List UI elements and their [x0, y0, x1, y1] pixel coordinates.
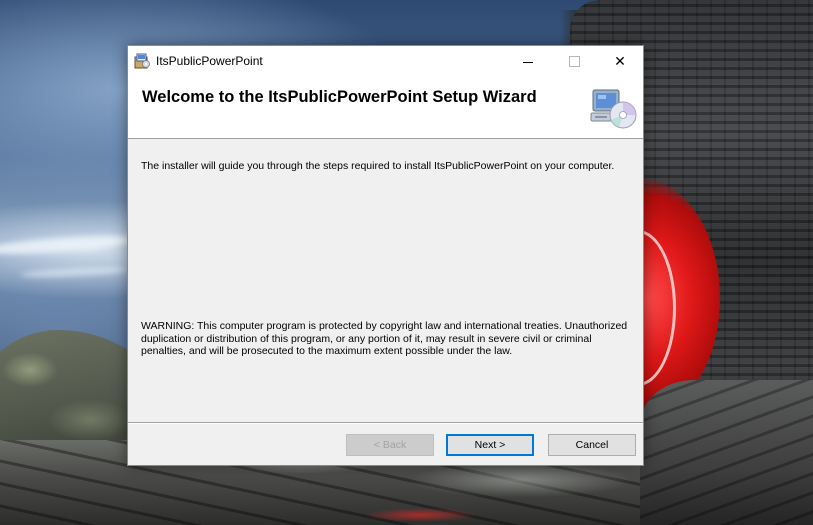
footer-separator: [128, 422, 643, 424]
back-button[interactable]: < Back: [346, 434, 434, 456]
maximize-button: [551, 46, 597, 76]
installer-app-icon: [133, 52, 151, 70]
title-bar[interactable]: ItsPublicPowerPoint ✕: [128, 46, 643, 76]
intro-text: The installer will guide you through the…: [141, 160, 615, 172]
computer-cd-icon: [589, 87, 637, 131]
close-icon: ✕: [614, 52, 626, 69]
copyright-warning-text: WARNING: This computer program is protec…: [141, 320, 628, 357]
wallpaper-rocks: [640, 380, 813, 525]
minimize-icon: [523, 61, 533, 63]
setup-wizard-window: ItsPublicPowerPoint ✕ Welcome to the Its…: [127, 45, 644, 466]
wizard-banner: Welcome to the ItsPublicPowerPoint Setup…: [128, 76, 643, 139]
minimize-button[interactable]: [505, 46, 551, 76]
wizard-title: Welcome to the ItsPublicPowerPoint Setup…: [142, 88, 537, 106]
close-button[interactable]: ✕: [597, 46, 643, 76]
maximize-icon: [568, 55, 580, 67]
next-button[interactable]: Next >: [446, 434, 534, 456]
cancel-button[interactable]: Cancel: [548, 434, 636, 456]
window-title: ItsPublicPowerPoint: [156, 54, 263, 68]
